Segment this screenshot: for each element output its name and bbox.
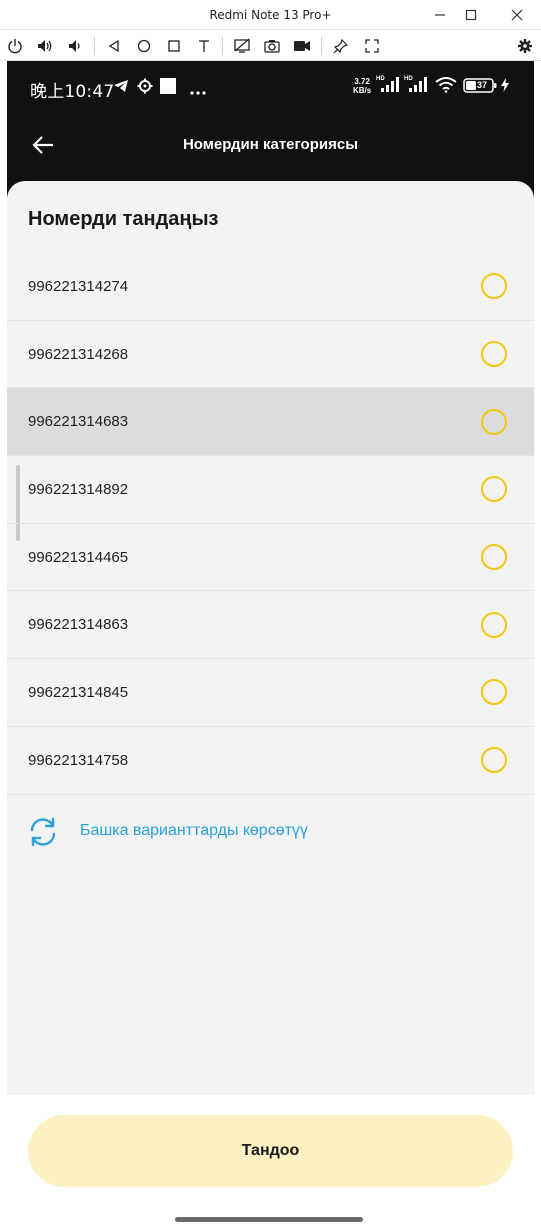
net-speed: 3.72 KB/s: [353, 77, 371, 95]
radio-button[interactable]: [481, 611, 507, 638]
screen-off-icon[interactable]: [231, 35, 253, 57]
wifi-icon: [435, 77, 457, 98]
number-row[interactable]: 996221314268: [7, 321, 534, 389]
number-row[interactable]: 996221314758: [7, 727, 534, 795]
battery-level: 37: [477, 80, 488, 90]
window-titlebar: Redmi Note 13 Pro+: [0, 0, 541, 30]
radio-button[interactable]: [481, 544, 507, 571]
number-row[interactable]: 996221314465: [7, 524, 534, 592]
charging-icon: [501, 78, 509, 97]
pin-icon[interactable]: [330, 35, 352, 57]
status-bar: 晚上10:47 3.72 KB/s HD HD 37: [7, 61, 534, 113]
page-title: Номердин категориясы: [182, 136, 359, 153]
signal-icon-2: [407, 77, 427, 98]
maximize-icon[interactable]: [456, 4, 486, 26]
status-time: 晚上10:47: [30, 82, 115, 102]
number-row[interactable]: 996221314892: [7, 456, 534, 524]
recents-square-icon[interactable]: [163, 35, 185, 57]
telegram-icon: [113, 79, 129, 98]
home-indicator[interactable]: [175, 1217, 363, 1222]
select-button[interactable]: Тандоо: [28, 1115, 513, 1187]
volume-up-icon[interactable]: [34, 35, 56, 57]
phone-screen: 晚上10:47 3.72 KB/s HD HD 37 Номердин кате…: [7, 61, 534, 1229]
number-row[interactable]: 996221314683: [7, 388, 534, 457]
more-dots-icon: [189, 83, 207, 101]
show-more-options-button[interactable]: Башка варианттарды көрсөтүү: [7, 801, 534, 861]
close-icon[interactable]: [502, 4, 532, 26]
text-icon[interactable]: [193, 35, 215, 57]
app-bar: Номердин категориясы: [7, 113, 534, 181]
settings-icon[interactable]: [514, 35, 536, 57]
record-icon[interactable]: [291, 35, 313, 57]
radio-button[interactable]: [481, 747, 507, 774]
radio-button[interactable]: [481, 679, 507, 706]
radio-button[interactable]: [481, 408, 507, 435]
number-list: 996221314274 996221314268 996221314683 9…: [7, 253, 534, 795]
volume-down-icon[interactable]: [64, 35, 86, 57]
number-text: 996221314863: [28, 616, 129, 634]
radio-button[interactable]: [481, 273, 507, 300]
number-text: 996221314465: [28, 548, 129, 566]
number-text: 996221314892: [28, 480, 129, 498]
back-triangle-icon[interactable]: [103, 35, 125, 57]
fullscreen-icon[interactable]: [361, 35, 383, 57]
square-icon: [160, 78, 176, 99]
number-text: 996221314274: [28, 277, 129, 295]
radio-button[interactable]: [481, 476, 507, 503]
number-row[interactable]: 996221314845: [7, 659, 534, 727]
signal-icon: [379, 77, 399, 98]
show-more-label: Башка варианттарды көрсөтүү: [80, 822, 308, 839]
refresh-icon: [26, 815, 60, 849]
home-circle-icon[interactable]: [133, 35, 155, 57]
number-text: 996221314268: [28, 345, 129, 363]
minimize-icon[interactable]: [425, 4, 455, 26]
net-speed-unit: KB/s: [353, 86, 372, 95]
sheet-title: Номерди тандаңыз: [28, 208, 219, 230]
number-text: 996221314758: [28, 751, 129, 769]
number-selection-sheet: Номерди тандаңыз 996221314274 9962213142…: [7, 181, 534, 1095]
number-text: 996221314845: [28, 683, 129, 701]
bottom-action-area: Тандоо: [7, 1095, 534, 1229]
net-speed-value: 3.72: [354, 77, 370, 86]
number-row[interactable]: 996221314863: [7, 591, 534, 660]
number-text: 996221314683: [28, 413, 129, 431]
power-icon[interactable]: [4, 35, 26, 57]
number-row[interactable]: 996221314274: [7, 253, 534, 321]
gear-icon: [137, 78, 153, 99]
camera-icon[interactable]: [261, 35, 283, 57]
radio-button[interactable]: [481, 341, 507, 368]
device-toolbar: [0, 30, 541, 61]
